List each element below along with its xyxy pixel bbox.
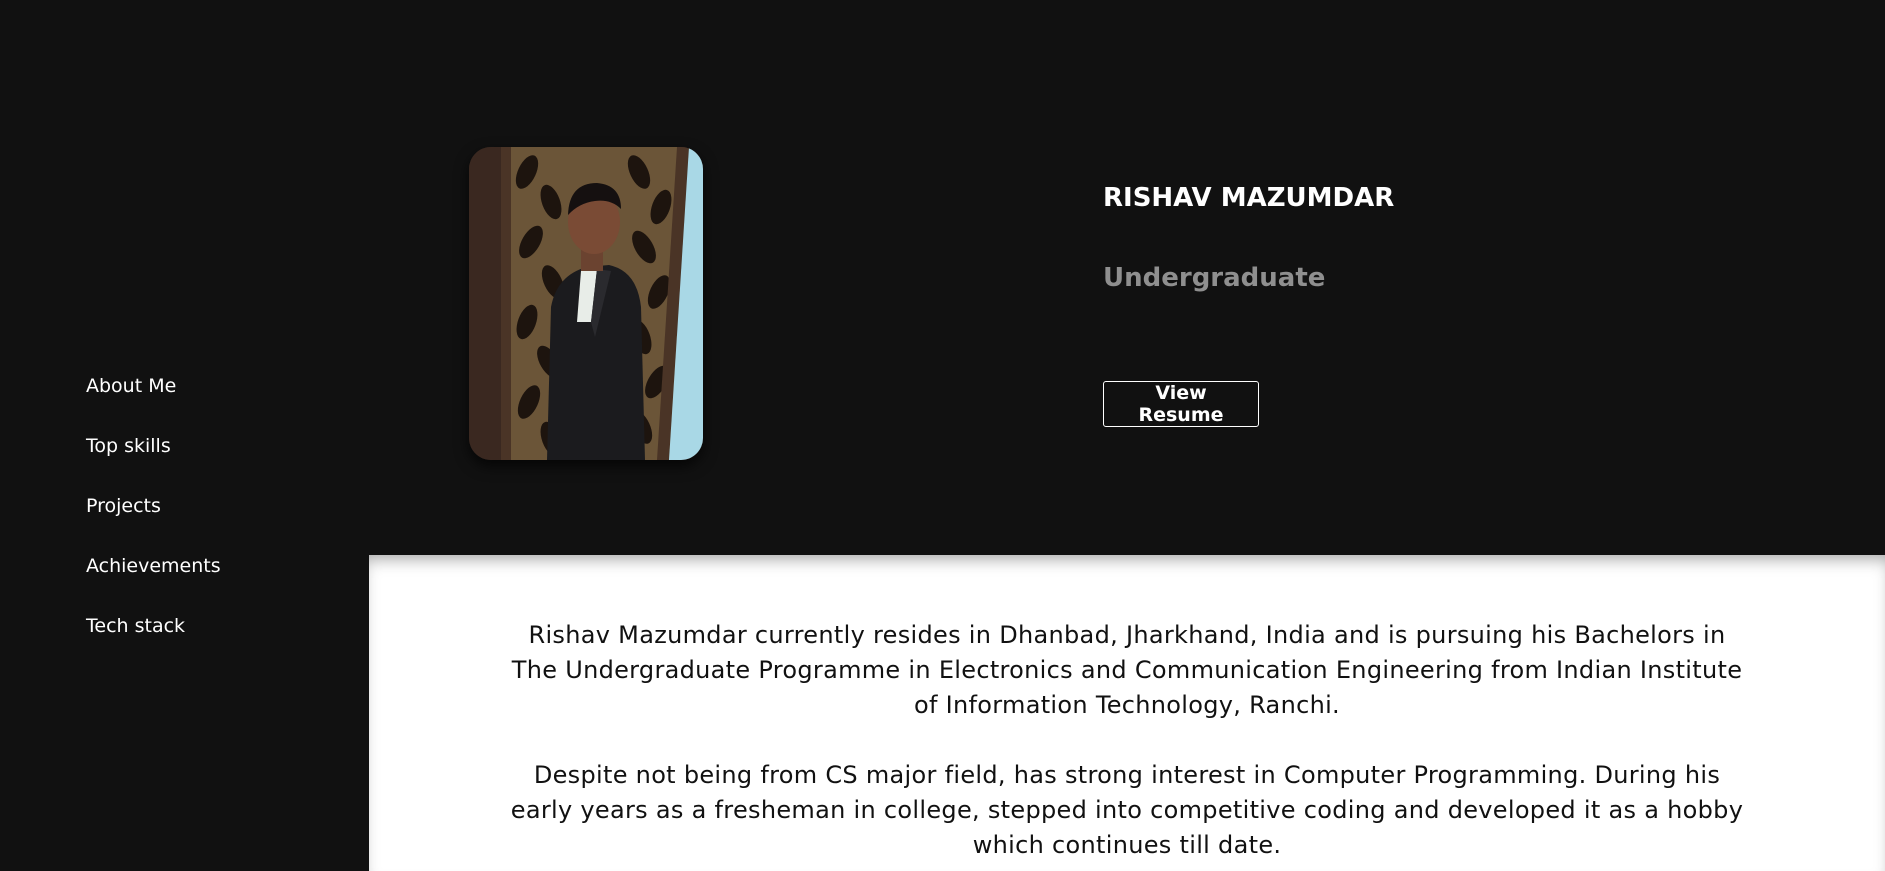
about-paragraph: Rishav Mazumdar currently resides in Dha…	[511, 621, 1743, 719]
about-paragraph: Despite not being from CS major field, h…	[510, 761, 1744, 859]
sidebar-item-tech-stack[interactable]: Tech stack	[86, 608, 221, 668]
sidebar: About Me Top skills Projects Achievement…	[0, 0, 369, 871]
sidebar-nav: About Me Top skills Projects Achievement…	[86, 368, 221, 668]
profile-photo	[469, 147, 703, 460]
sidebar-item-achievements[interactable]: Achievements	[86, 548, 221, 608]
view-resume-button[interactable]: View Resume	[1103, 381, 1259, 427]
profile-name: RISHAV MAZUMDAR	[1103, 183, 1395, 213]
about-text: Rishav Mazumdar currently resides in Dha…	[507, 555, 1747, 863]
about-section: Rishav Mazumdar currently resides in Dha…	[369, 555, 1885, 871]
sidebar-item-top-skills[interactable]: Top skills	[86, 428, 221, 488]
profile-photo-image	[469, 147, 703, 460]
profile-role: Undergraduate	[1103, 263, 1326, 293]
hero-section: RISHAV MAZUMDAR Undergraduate View Resum…	[369, 0, 1885, 555]
sidebar-item-about-me[interactable]: About Me	[86, 368, 221, 428]
sidebar-item-projects[interactable]: Projects	[86, 488, 221, 548]
